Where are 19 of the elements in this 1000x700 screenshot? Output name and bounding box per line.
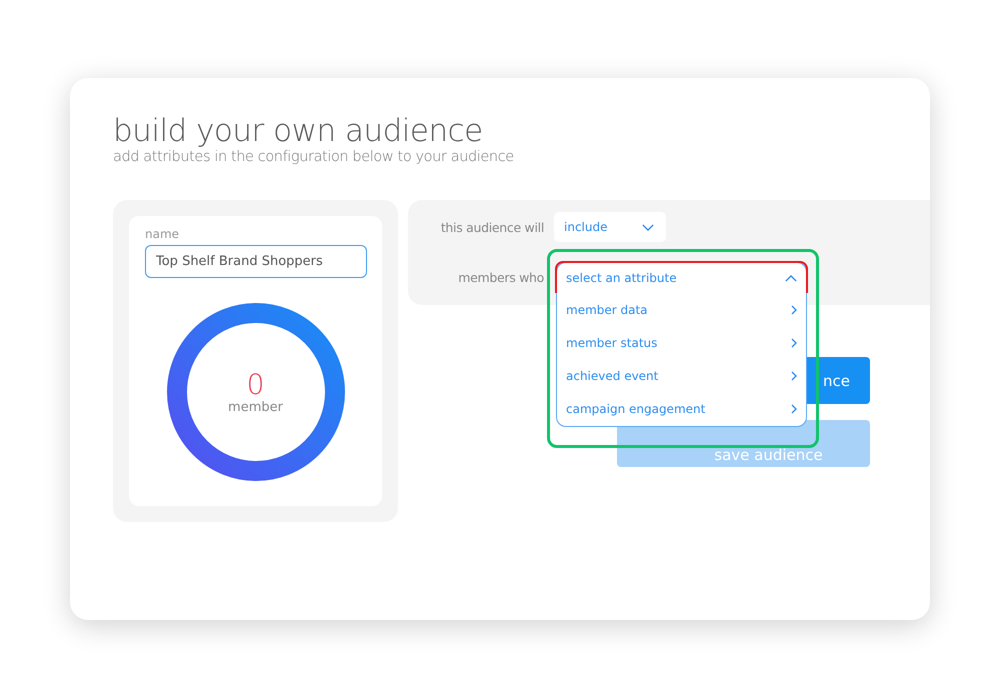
members-label: members who	[457, 270, 544, 284]
attribute-option[interactable]: achieved event	[557, 359, 806, 392]
chevron-right-icon	[791, 338, 797, 348]
chevron-right-icon	[791, 404, 797, 414]
name-field[interactable]: Top Shelf Brand Shoppers	[145, 245, 367, 278]
chevron-right-icon	[791, 304, 797, 314]
include-select[interactable]: include	[554, 212, 666, 242]
include-label: this audience will	[440, 220, 544, 234]
chevron-right-icon	[791, 370, 797, 380]
attribute-option[interactable]: member data	[557, 293, 806, 326]
attribute-select[interactable]: select an attribute	[555, 261, 808, 293]
attribute-option[interactable]: member status	[557, 326, 806, 359]
page-subtitle: add attributes in the configuration below to your audience	[113, 149, 515, 165]
name-label: name	[145, 227, 180, 241]
chevron-down-icon	[642, 224, 654, 230]
page-title: build your own audience	[113, 112, 484, 150]
member-label: member	[228, 400, 283, 414]
chevron-up-icon	[785, 274, 797, 282]
member-count: 0	[246, 370, 264, 400]
